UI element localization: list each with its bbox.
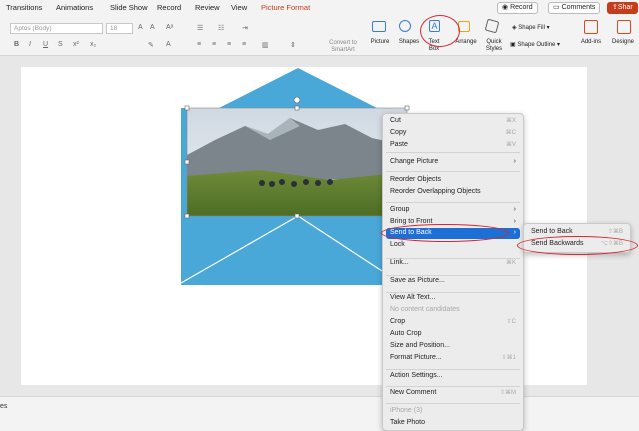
menu-shortcut: ⌘V [505,142,516,148]
menu-label: Reorder Overlapping Objects [390,188,481,195]
menu-item-lock[interactable]: Lock [383,241,523,252]
annotation-circle-text-box [420,15,460,47]
menu-shortcut: ⌘C [505,130,516,136]
menu-label: Lock [390,241,405,248]
menu-label: Send to Back [531,228,573,235]
menu-item-cut[interactable]: Cut ⌘X [383,117,523,128]
menu-label: Copy [390,129,407,136]
slide-graphics [180,68,410,285]
menu-divider [386,292,520,293]
menu-label: Cut [390,117,401,124]
resize-handle-sw[interactable] [184,213,190,219]
menu-item-save-as-picture[interactable]: Save as Picture... [383,277,523,288]
menu-label: Take Photo [390,419,426,426]
menu-divider [386,386,520,387]
chevron-right-icon: › [513,218,516,225]
menu-shortcut: ⇧⌘M [499,390,516,396]
menu-label: View Alt Text... [390,294,436,301]
menu-label: Change Picture [390,158,439,165]
menu-divider [386,152,520,153]
rotate-handle[interactable] [293,96,301,104]
menu-item-format-picture[interactable]: Format Picture... ⇧⌘1 [383,354,523,365]
menu-label: Crop [390,318,406,325]
menu-item-iphone: iPhone (3) [383,407,523,418]
menu-item-reorder-overlapping[interactable]: Reorder Overlapping Objects [383,188,523,199]
resize-handle-n[interactable] [294,105,300,111]
resize-handle-s[interactable] [294,213,300,219]
menu-item-paste[interactable]: Paste ⌘V [383,141,523,152]
chevron-right-icon: › [513,158,516,165]
menu-divider [386,275,520,276]
menu-label: No content candidates [390,306,460,313]
landscape-photo[interactable] [187,108,407,216]
menu-label: New Comment [390,389,437,396]
menu-label: Auto Crop [390,330,422,337]
menu-item-copy[interactable]: Copy ⌘C [383,129,523,140]
menu-item-action-settings[interactable]: Action Settings... [383,372,523,383]
menu-label: Paste [390,141,408,148]
chevron-right-icon: › [513,206,516,213]
annotation-circle-send-to-back [381,224,509,242]
status-left-text: es [0,403,8,410]
menu-item-crop[interactable]: Crop ⇧C [383,318,523,329]
annotation-circle-send-backwards [517,236,638,255]
menu-item-take-photo[interactable]: Take Photo [383,419,523,430]
menu-label: Link... [390,259,409,266]
menu-label: iPhone (3) [390,407,423,414]
menu-divider [386,403,520,404]
menu-shortcut: ⇧⌘B [607,229,623,235]
menu-item-auto-crop[interactable]: Auto Crop [383,330,523,341]
menu-label: Group [390,206,410,213]
chevron-right-icon: › [513,229,516,236]
menu-label: Action Settings... [390,372,443,379]
menu-item-no-content-candidates: No content candidates [383,306,523,317]
context-menu: Cut ⌘X Copy ⌘C Paste ⌘V Change Picture › Reo… [382,113,524,431]
menu-label: Reorder Objects [390,176,441,183]
resize-handle-ne[interactable] [404,105,410,111]
menu-shortcut: ⇧⌘1 [501,355,516,361]
status-bar: es [0,396,639,431]
menu-item-link[interactable]: Link... ⌘K [383,259,523,270]
resize-handle-nw[interactable] [184,105,190,111]
menu-divider [386,202,520,203]
resize-handle-w[interactable] [184,159,190,165]
menu-item-size-and-position[interactable]: Size and Position... [383,342,523,353]
menu-item-change-picture[interactable]: Change Picture › [383,158,523,169]
menu-shortcut: ⌘X [505,118,516,124]
menu-item-new-comment[interactable]: New Comment ⇧⌘M [383,389,523,400]
menu-item-view-alt-text[interactable]: View Alt Text... [383,294,523,305]
menu-label: Save as Picture... [390,277,445,284]
menu-shortcut: ⌘K [505,260,516,266]
menu-divider [386,369,520,370]
menu-item-reorder-objects[interactable]: Reorder Objects [383,176,523,187]
menu-label: Format Picture... [390,354,442,361]
menu-shortcut: ⇧C [506,319,516,325]
menu-divider [386,171,520,172]
menu-item-group[interactable]: Group › [383,206,523,217]
menu-label: Size and Position... [390,342,450,349]
